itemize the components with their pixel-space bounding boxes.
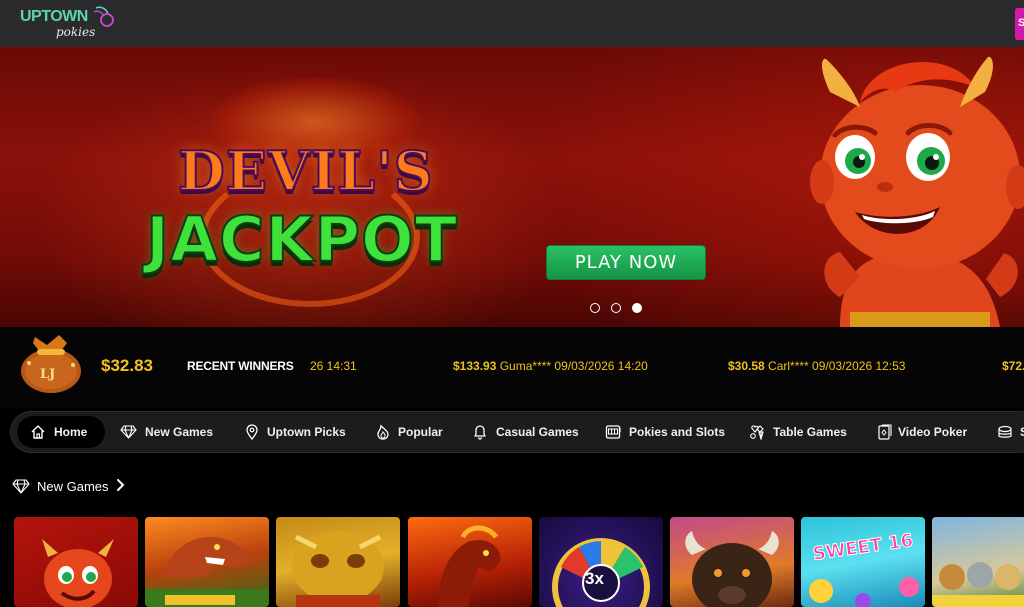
game-tile[interactable]	[408, 517, 532, 607]
slot-machine-icon	[605, 425, 621, 439]
hero-title-devils: DEVIL'S	[177, 138, 434, 204]
nav-item-table-games[interactable]: Table Games	[748, 416, 848, 448]
winner-amount: $30.58	[728, 359, 765, 373]
nav-label: Pokies and Slots	[629, 425, 726, 439]
winner-amount: $72.	[1002, 359, 1024, 373]
nav-item-uptown-picks[interactable]: Uptown Picks	[243, 416, 353, 448]
top-header: UPTOWN pokies S	[0, 0, 1024, 47]
winner-details: 26 14:31	[310, 359, 357, 373]
game-tile[interactable]	[145, 517, 269, 607]
home-icon	[31, 425, 45, 439]
nav-label: S	[1020, 416, 1024, 448]
nav-label: Table Games	[773, 425, 847, 439]
cards-icon	[750, 425, 764, 440]
chevron-right-icon[interactable]	[116, 478, 126, 492]
game-tile[interactable]	[932, 517, 1024, 607]
section-title-label: New Games	[37, 479, 109, 494]
winner-entry: $72.	[1002, 359, 1024, 373]
hero-title-jackpot: JACKPOT	[145, 202, 459, 277]
nav-label: Uptown Picks	[267, 425, 346, 439]
game-thumbnail-image	[292, 531, 384, 607]
nav-label: Home	[54, 425, 88, 439]
carousel-dot-active[interactable]	[632, 303, 642, 313]
game-thumbnail-image	[552, 538, 650, 607]
winner-amount: $133.93	[453, 359, 497, 373]
game-tile[interactable]	[14, 517, 138, 607]
game-thumbnail-image	[685, 531, 779, 607]
location-pin-icon	[246, 424, 258, 440]
devil-mascot-image	[810, 56, 1024, 327]
category-nav: Home New Games Uptown Picks Popular Casu…	[10, 411, 1024, 453]
multiplier-badge: 3x	[585, 569, 604, 588]
game-thumbnail-image	[932, 562, 1024, 607]
diamond-icon	[120, 425, 137, 439]
game-thumbnail-image	[145, 537, 269, 607]
winner-details: Guma**** 09/03/2026 14:20	[496, 359, 648, 373]
carousel-dot[interactable]	[611, 303, 621, 313]
play-now-button[interactable]: PLAY NOW	[546, 245, 706, 280]
game-tile[interactable]: SWEET 16	[801, 517, 925, 607]
recent-winners-label: RECENT WINNERS	[187, 359, 294, 373]
nav-item-pokies-and-slots[interactable]: Pokies and Slots	[604, 416, 729, 448]
winner-details: Carl**** 09/03/2026 12:53	[764, 359, 906, 373]
nav-item-home[interactable]: Home	[17, 416, 105, 448]
nav-label: New Games	[145, 425, 214, 439]
game-tile[interactable]	[276, 517, 400, 607]
video-poker-icon	[878, 424, 892, 440]
bell-icon	[474, 425, 486, 440]
diamond-icon	[12, 479, 30, 494]
nav-label: Popular	[398, 425, 443, 439]
jackpot-bag-label: LJ	[40, 367, 56, 382]
recent-winners-bar: LJ $32.83 RECENT WINNERS 26 14:31 $133.9…	[0, 327, 1024, 407]
hero-banner[interactable]: DEVIL'S JACKPOT PLAY NOW	[0, 47, 1024, 327]
uptown-pokies-logo[interactable]: UPTOWN pokies	[18, 4, 128, 42]
game-thumbnail-image	[438, 525, 501, 607]
winner-entry: $30.58 Carl**** 09/03/2026 12:53	[728, 359, 905, 373]
nav-item-popular[interactable]: Popular	[374, 416, 449, 448]
logo-wordmark: UPTOWN	[20, 8, 88, 25]
carousel-dots	[590, 300, 653, 313]
game-thumbnail-image	[42, 539, 114, 607]
jackpot-money-bag-icon	[21, 335, 81, 393]
game-tile[interactable]	[670, 517, 794, 607]
logo-tagline: pokies	[56, 25, 96, 39]
carousel-dot[interactable]	[590, 303, 600, 313]
flame-icon	[377, 424, 389, 440]
chips-icon	[998, 425, 1012, 438]
winner-entry: $133.93 Guma**** 09/03/2026 14:20	[453, 359, 648, 373]
nav-label: Video Poker	[898, 425, 968, 439]
nav-item-casual-games[interactable]: Casual Games	[471, 416, 581, 448]
signup-button[interactable]: S	[1015, 8, 1024, 40]
nav-item-new-games[interactable]: New Games	[119, 416, 224, 448]
nav-label: Casual Games	[496, 425, 579, 439]
winner-entry: 26 14:31	[310, 359, 357, 373]
nav-item-specialty[interactable]: S	[996, 416, 1024, 448]
jackpot-amount: $32.83	[101, 356, 153, 375]
game-tile[interactable]: 3x	[539, 517, 663, 607]
nav-item-video-poker[interactable]: Video Poker	[876, 416, 971, 448]
